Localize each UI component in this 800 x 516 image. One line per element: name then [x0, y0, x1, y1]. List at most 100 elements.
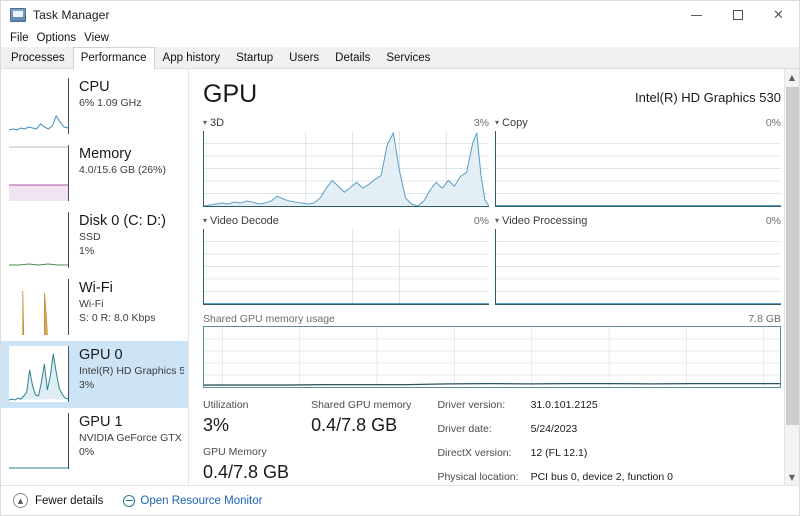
chevron-down-icon: ▾ — [203, 118, 208, 127]
window-title: Task Manager — [33, 8, 110, 22]
graph-cell-video-processing: ▾ Video Processing 0% — [495, 213, 781, 305]
gpu-device-name: Intel(R) HD Graphics 530 — [635, 90, 781, 105]
graph-header-video-decode[interactable]: ▾ Video Decode 0% — [203, 213, 489, 229]
gpu-detail-panel: GPU Intel(R) HD Graphics 530 ▾ 3D 3% ▾ C… — [189, 69, 799, 485]
chevron-down-icon: ▾ — [495, 216, 500, 225]
graph-label-3d: 3D — [210, 117, 225, 129]
tab-details[interactable]: Details — [327, 47, 378, 69]
info-value-directx-version: 12 (FL 12.1) — [530, 447, 588, 459]
stat-utilization-col: Utilization 3% GPU Memory 0.4/7.8 GB — [203, 398, 289, 485]
panel-header: GPU Intel(R) HD Graphics 530 — [203, 79, 781, 109]
wifi-text: Wi-Fi Wi-Fi S: 0 R: 8.0 Kbps — [69, 279, 155, 338]
gpu-1-sparkline — [9, 413, 69, 469]
task-manager-window: Task Manager ✕ File Options View Process… — [0, 0, 800, 516]
gpu-1-usage: 0% — [79, 446, 95, 458]
scrollbar-thumb[interactable] — [785, 87, 799, 425]
sidebar-item-gpu-1[interactable]: GPU 1 NVIDIA GeForce GTX 96 0% — [1, 408, 188, 475]
tab-services[interactable]: Services — [378, 47, 438, 69]
info-key-directx-version: DirectX version: — [437, 447, 512, 459]
gpu-0-usage: 3% — [79, 379, 95, 391]
wifi-sparkline — [9, 279, 69, 335]
graph-video-decode — [203, 229, 489, 305]
menu-item-file[interactable]: File — [6, 30, 33, 46]
scroll-up-icon[interactable]: ▲ — [785, 69, 800, 85]
stat-label-utilization: Utilization — [203, 399, 249, 411]
sidebar-item-disk[interactable]: Disk 0 (C: D:) SSD 1% — [1, 207, 188, 274]
close-button[interactable]: ✕ — [758, 1, 799, 29]
memory-sparkline — [9, 145, 69, 201]
gpu-0-text: GPU 0 Intel(R) HD Graphics 530 3% — [69, 346, 184, 405]
cpu-name: CPU — [79, 79, 110, 95]
vertical-scrollbar[interactable]: ▲ ▼ — [784, 69, 799, 485]
graph-percent-video-decode: 0% — [473, 215, 489, 227]
graph-label-copy: Copy — [502, 117, 528, 129]
stat-value-utilization: 3% — [203, 415, 230, 435]
graph-video-processing — [495, 229, 781, 305]
chevron-down-icon: ▾ — [203, 216, 208, 225]
sidebar-item-wifi[interactable]: Wi-Fi Wi-Fi S: 0 R: 8.0 Kbps — [1, 274, 188, 341]
tab-processes[interactable]: Processes — [3, 47, 73, 69]
stat-value-gpu-memory: 0.4/7.8 GB — [203, 462, 290, 482]
tab-bar: Processes Performance App history Startu… — [1, 47, 799, 69]
disk-name: Disk 0 (C: D:) — [79, 213, 166, 229]
graph-3d — [203, 131, 489, 207]
fewer-details-button[interactable]: ▲ Fewer details — [13, 493, 103, 508]
gpu-0-name: GPU 0 — [79, 347, 123, 363]
fewer-details-label: Fewer details — [35, 494, 104, 507]
gpu-0-sparkline — [9, 346, 69, 402]
gpu-1-text: GPU 1 NVIDIA GeForce GTX 96 0% — [69, 413, 184, 472]
graph-header-video-processing[interactable]: ▾ Video Processing 0% — [495, 213, 781, 229]
graph-label-video-processing: Video Processing — [502, 215, 588, 227]
sidebar-item-memory[interactable]: Memory 4.0/15.6 GB (26%) — [1, 140, 188, 207]
graph-copy — [495, 131, 781, 207]
graph-percent-video-processing: 0% — [765, 215, 781, 227]
scrollbar-track[interactable] — [785, 85, 800, 469]
menu-bar: File Options View — [1, 29, 799, 47]
menu-item-view[interactable]: View — [80, 30, 113, 46]
shared-memory-label: Shared GPU memory usage — [203, 312, 335, 325]
minimize-icon — [691, 14, 702, 16]
shared-memory-label-row: Shared GPU memory usage 7.8 GB — [203, 311, 781, 326]
wifi-adapter: Wi-Fi — [79, 298, 104, 310]
scroll-down-icon[interactable]: ▼ — [785, 469, 800, 485]
tab-performance[interactable]: Performance — [72, 47, 155, 69]
close-icon: ✕ — [773, 7, 784, 23]
content-area: CPU 6% 1.09 GHz Memory 4.0/15.6 GB (26%) — [1, 69, 799, 485]
graph-cell-3d: ▾ 3D 3% — [203, 115, 489, 207]
window-controls: ✕ — [676, 1, 799, 29]
graph-header-3d[interactable]: ▾ 3D 3% — [203, 115, 489, 131]
gpu-info-table: Driver version: 31.0.101.2125 Driver dat… — [437, 398, 673, 485]
page-title: GPU — [203, 80, 258, 108]
resource-sidebar: CPU 6% 1.09 GHz Memory 4.0/15.6 GB (26%) — [1, 69, 189, 485]
menu-item-options[interactable]: Options — [33, 30, 81, 46]
resource-monitor-icon — [123, 494, 136, 507]
memory-name: Memory — [79, 146, 132, 162]
graph-row-bottom: ▾ Video Decode 0% ▾ Video Processing 0% — [203, 213, 781, 305]
chevron-down-icon: ▾ — [495, 118, 500, 127]
tab-users[interactable]: Users — [281, 47, 327, 69]
memory-stats: 4.0/15.6 GB (26%) — [79, 164, 166, 176]
sidebar-item-gpu-0[interactable]: GPU 0 Intel(R) HD Graphics 530 3% — [1, 341, 188, 408]
graph-row-top: ▾ 3D 3% ▾ Copy 0% — [203, 115, 781, 207]
open-resource-monitor-link[interactable]: Open Resource Monitor — [123, 494, 262, 507]
info-value-driver-date: 5/24/2023 — [530, 423, 578, 435]
info-value-physical-location: PCI bus 0, device 2, function 0 — [530, 471, 673, 483]
graph-shared-memory — [203, 326, 781, 388]
maximize-icon — [732, 10, 743, 20]
gpu-1-device: NVIDIA GeForce GTX 96 — [79, 432, 184, 444]
maximize-button[interactable] — [717, 1, 758, 29]
minimize-button[interactable] — [676, 1, 717, 29]
chevron-up-icon: ▲ — [13, 493, 28, 508]
graph-header-copy[interactable]: ▾ Copy 0% — [495, 115, 781, 131]
disk-type: SSD — [79, 231, 101, 243]
cpu-stats: 6% 1.09 GHz — [79, 97, 142, 109]
shared-memory-max: 7.8 GB — [748, 312, 781, 325]
gpu-1-name: GPU 1 — [79, 414, 123, 430]
stat-shared-memory-col: Shared GPU memory 0.4/7.8 GB — [311, 398, 411, 485]
tab-startup[interactable]: Startup — [228, 47, 281, 69]
title-bar: Task Manager ✕ — [1, 1, 799, 29]
tab-app-history[interactable]: App history — [155, 47, 229, 69]
status-bar: ▲ Fewer details Open Resource Monitor — [1, 485, 799, 515]
info-value-driver-version: 31.0.101.2125 — [530, 399, 598, 411]
sidebar-item-cpu[interactable]: CPU 6% 1.09 GHz — [1, 73, 188, 140]
